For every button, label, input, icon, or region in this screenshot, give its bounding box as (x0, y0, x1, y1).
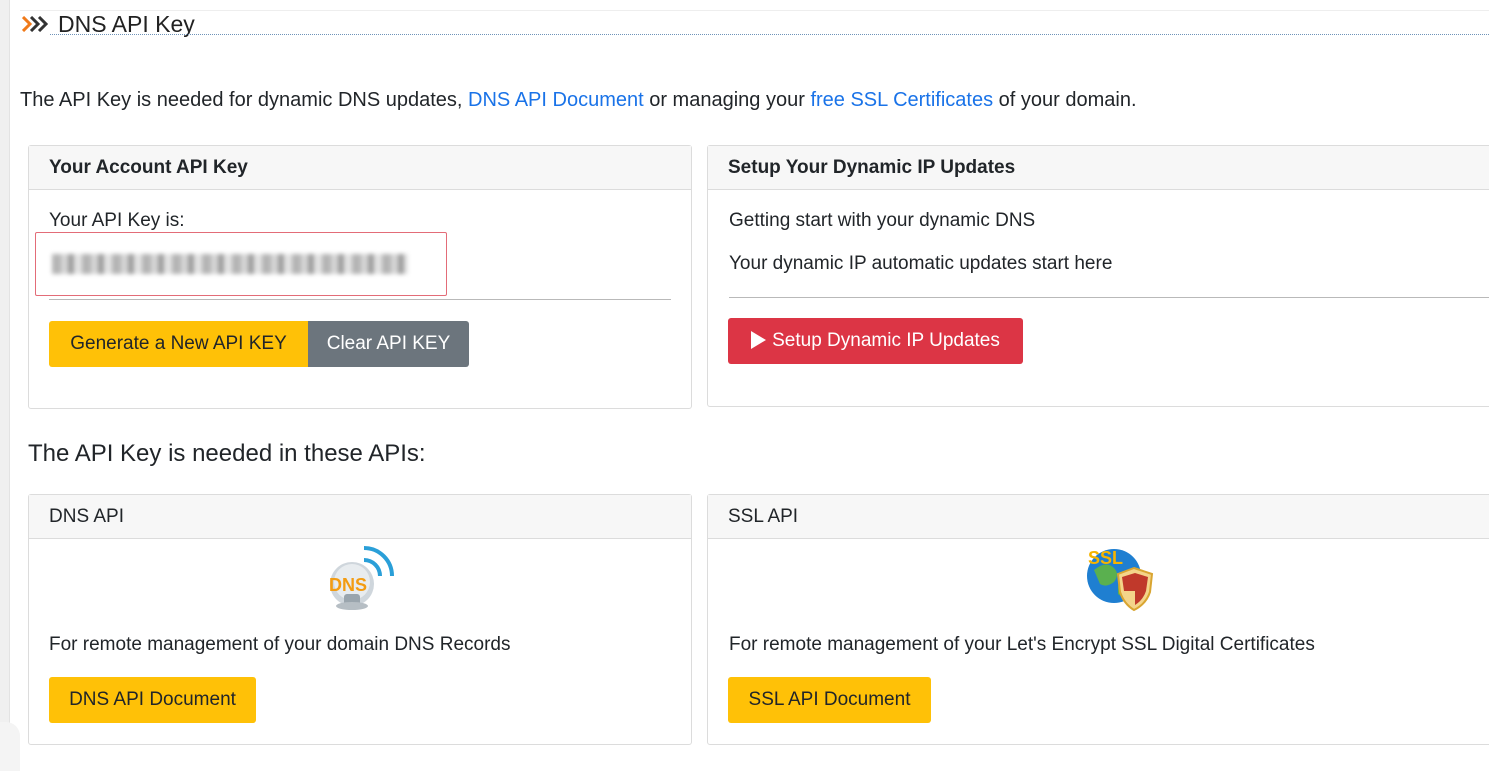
api-key-label: Your API Key is: (49, 210, 185, 231)
setup-dynamic-ip-button-label: Setup Dynamic IP Updates (772, 330, 1000, 351)
free-ssl-certificates-link[interactable]: free SSL Certificates (810, 89, 993, 111)
dynamic-ip-line-2: Your dynamic IP automatic updates start … (729, 253, 1113, 274)
dns-icon-text: DNS (329, 575, 367, 595)
ssl-api-card: SSL API SSL For remote management of you… (707, 494, 1489, 745)
dynamic-ip-divider (729, 297, 1489, 298)
api-key-value-blurred (52, 254, 408, 274)
double-chevron-right-icon (22, 16, 48, 32)
setup-dynamic-ip-button[interactable]: Setup Dynamic IP Updates (728, 318, 1023, 364)
left-rail-corner (0, 722, 20, 771)
ssl-api-card-header: SSL API (708, 495, 1489, 539)
play-icon (751, 331, 767, 349)
dns-api-description: For remote management of your domain DNS… (49, 634, 511, 655)
ssl-api-description: For remote management of your Let's Encr… (729, 634, 1315, 655)
dns-api-document-button[interactable]: DNS API Document (49, 677, 256, 723)
api-key-divider (49, 299, 671, 300)
intro-prefix: The API Key is needed for dynamic DNS up… (20, 89, 463, 111)
dynamic-ip-card: Setup Your Dynamic IP Updates Getting st… (707, 145, 1489, 407)
account-api-key-card: Your Account API Key Your API Key is: Ge… (28, 145, 692, 409)
ssl-api-document-button[interactable]: SSL API Document (728, 677, 931, 723)
intro-middle: or managing your (649, 89, 805, 111)
clear-api-key-button[interactable]: Clear API KEY (308, 321, 469, 367)
apis-heading: The API Key is needed in these APIs: (28, 440, 426, 467)
generate-api-key-button[interactable]: Generate a New API KEY (49, 321, 308, 367)
title-underline (50, 34, 1489, 35)
ssl-globe-shield-icon: SSL (1084, 542, 1156, 614)
account-api-key-card-header: Your Account API Key (29, 146, 691, 190)
intro-text: The API Key is needed for dynamic DNS up… (20, 87, 1137, 113)
dns-api-card-header: DNS API (29, 495, 691, 539)
dns-satellite-icon: DNS (322, 542, 394, 614)
dns-api-card: DNS API DNS For remote management of you… (28, 494, 692, 745)
ssl-icon-text: SSL (1088, 548, 1123, 568)
left-rail (0, 0, 10, 771)
api-key-field[interactable] (35, 232, 447, 296)
dns-api-document-link[interactable]: DNS API Document (468, 89, 644, 111)
intro-suffix: of your domain. (998, 89, 1137, 111)
dynamic-ip-line-1: Getting start with your dynamic DNS (729, 210, 1036, 231)
dynamic-ip-card-header: Setup Your Dynamic IP Updates (708, 146, 1489, 190)
